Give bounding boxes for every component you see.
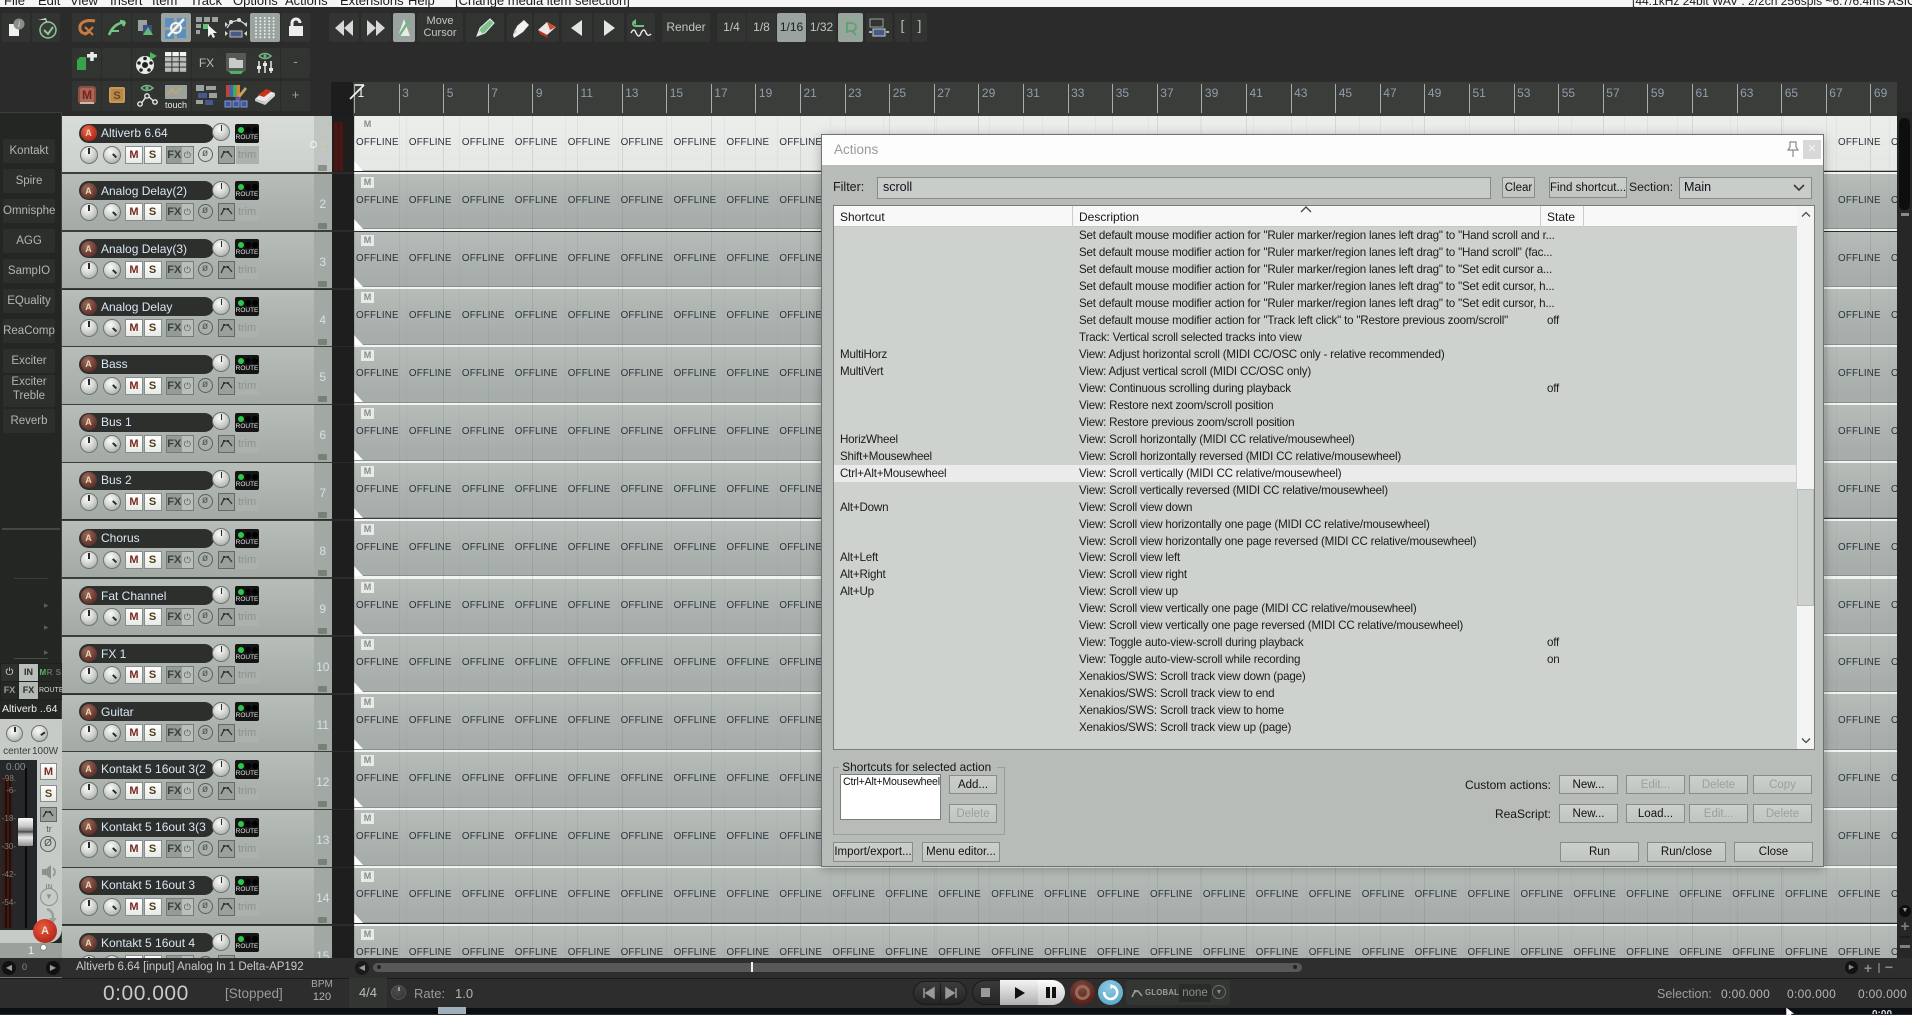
svg-text:S: S [113, 90, 120, 102]
svg-text:i: i [18, 20, 20, 29]
svg-text:touch: touch [165, 100, 187, 109]
svg-text:M: M [82, 88, 92, 102]
